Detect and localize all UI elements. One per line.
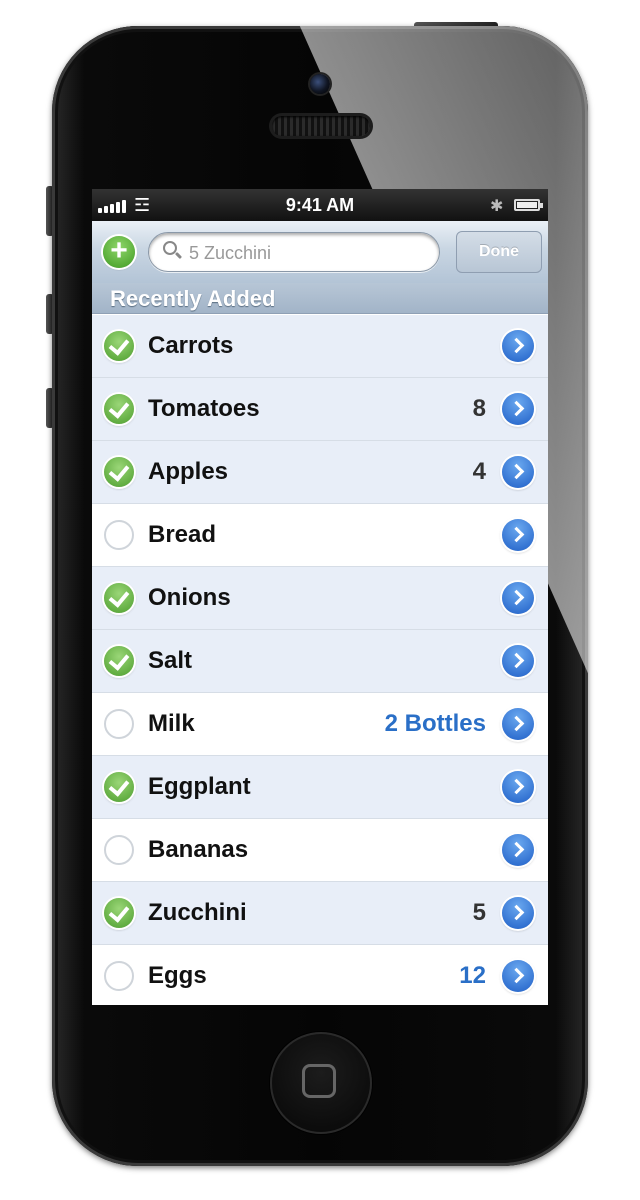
list-item[interactable]: Zucchini 5 bbox=[92, 882, 548, 945]
item-label: Eggs bbox=[148, 962, 207, 989]
disclosure-arrow-icon[interactable] bbox=[502, 582, 534, 614]
disclosure-arrow-icon[interactable] bbox=[502, 393, 534, 425]
search-icon bbox=[163, 241, 177, 255]
item-quantity: 12 bbox=[459, 962, 486, 989]
checkmark-icon[interactable] bbox=[104, 394, 134, 424]
list-item[interactable]: Eggplant bbox=[92, 756, 548, 819]
checkmark-icon[interactable] bbox=[104, 331, 134, 361]
search-field[interactable]: 5 Zucchini bbox=[148, 232, 440, 272]
item-label: Bread bbox=[148, 521, 217, 548]
disclosure-arrow-icon[interactable] bbox=[502, 330, 534, 362]
disclosure-arrow-icon[interactable] bbox=[502, 960, 534, 992]
item-label: Tomatoes bbox=[148, 395, 260, 422]
done-button[interactable]: Done bbox=[456, 231, 542, 273]
section-header: Recently Added bbox=[92, 283, 548, 314]
list-item[interactable]: Milk 2 Bottles bbox=[92, 693, 548, 756]
plus-circle-icon[interactable]: + bbox=[103, 236, 135, 268]
list-item[interactable]: Carrots bbox=[92, 315, 548, 378]
list-item[interactable]: Salt bbox=[92, 630, 548, 693]
front-camera bbox=[310, 74, 330, 94]
empty-circle-icon[interactable] bbox=[104, 835, 134, 865]
empty-circle-icon[interactable] bbox=[104, 961, 134, 991]
item-quantity: 5 bbox=[472, 899, 486, 926]
item-label: Eggplant bbox=[148, 773, 251, 800]
item-label: Milk bbox=[148, 710, 195, 737]
list-item[interactable]: Apples 4 bbox=[92, 441, 548, 504]
disclosure-arrow-icon[interactable] bbox=[502, 645, 534, 677]
list-item[interactable]: Bananas bbox=[92, 819, 548, 882]
disclosure-arrow-icon[interactable] bbox=[502, 708, 534, 740]
screen: ☲ 9:41 AM ✱ + 5 Zucchini Done Recently A… bbox=[92, 189, 548, 1005]
empty-circle-icon[interactable] bbox=[104, 709, 134, 739]
checkmark-icon[interactable] bbox=[104, 772, 134, 802]
battery-icon bbox=[514, 199, 543, 211]
list-item[interactable]: Eggs 12 bbox=[92, 945, 548, 1005]
disclosure-arrow-icon[interactable] bbox=[502, 771, 534, 803]
item-label: Salt bbox=[148, 647, 193, 674]
item-label: Zucchini bbox=[148, 899, 247, 926]
item-quantity: 8 bbox=[472, 395, 486, 422]
list-item[interactable]: Onions bbox=[92, 567, 548, 630]
item-label: Bananas bbox=[148, 836, 249, 863]
checkmark-icon[interactable] bbox=[104, 583, 134, 613]
disclosure-arrow-icon[interactable] bbox=[502, 897, 534, 929]
checkmark-icon[interactable] bbox=[104, 898, 134, 928]
shopping-list: Carrots Tomatoes 8 Apples 4 Bread Onions Salt Mi… bbox=[92, 315, 548, 1005]
item-quantity: 2 Bottles bbox=[384, 710, 486, 737]
checkmark-icon[interactable] bbox=[104, 646, 134, 676]
status-time: 9:41 AM bbox=[285, 195, 355, 215]
search-input-text: 5 Zucchini bbox=[189, 243, 272, 263]
disclosure-arrow-icon[interactable] bbox=[502, 456, 534, 488]
bluetooth-icon: ✱ bbox=[490, 198, 504, 215]
item-label: Apples bbox=[148, 458, 229, 485]
item-quantity: 4 bbox=[472, 458, 486, 485]
status-bar: ☲ 9:41 AM ✱ bbox=[92, 189, 548, 221]
earpiece-speaker bbox=[272, 116, 370, 136]
list-item[interactable]: Bread bbox=[92, 504, 548, 567]
disclosure-arrow-icon[interactable] bbox=[502, 519, 534, 551]
checkmark-icon[interactable] bbox=[104, 457, 134, 487]
toolbar: + 5 Zucchini Done bbox=[92, 221, 548, 284]
empty-circle-icon[interactable] bbox=[104, 520, 134, 550]
list-item[interactable]: Tomatoes 8 bbox=[92, 378, 548, 441]
home-button-square-icon bbox=[302, 1064, 336, 1098]
disclosure-arrow-icon[interactable] bbox=[502, 834, 534, 866]
item-label: Carrots bbox=[148, 332, 234, 359]
item-label: Onions bbox=[148, 584, 231, 611]
